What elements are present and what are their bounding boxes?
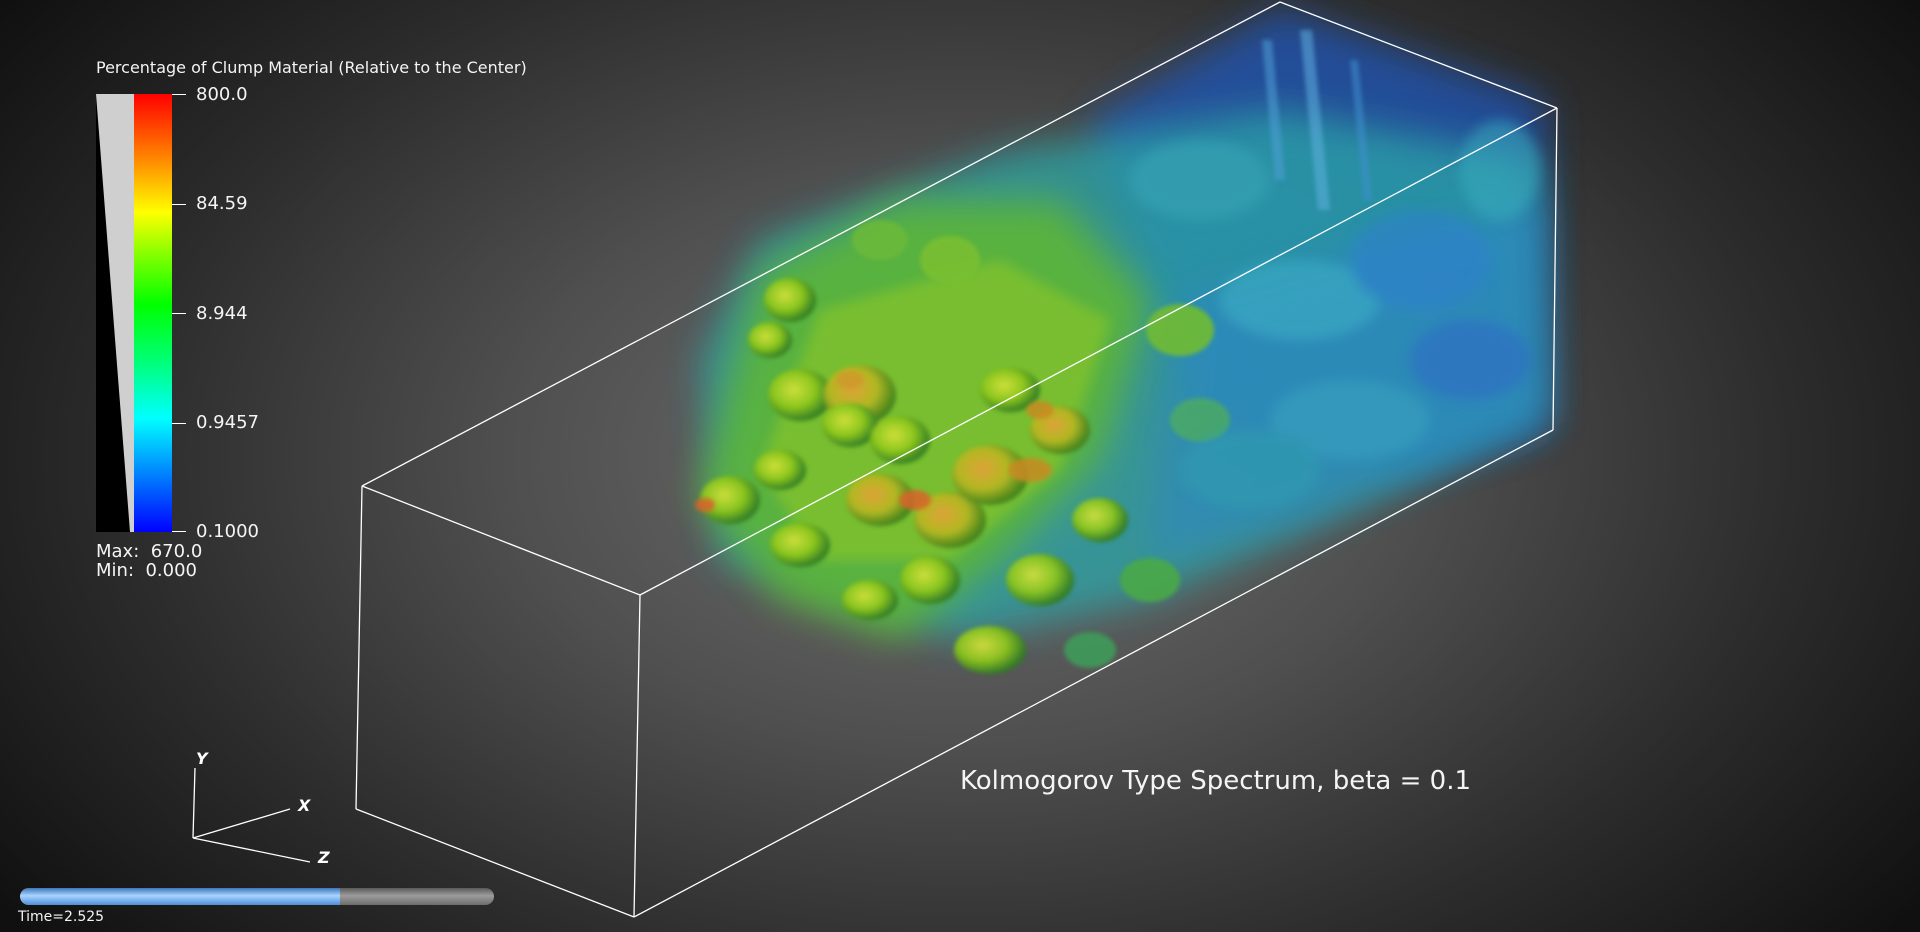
legend-max-label: Max: (96, 541, 140, 562)
y-axis-label: Y (196, 749, 209, 768)
legend-max-value: 670.0 (150, 541, 203, 562)
legend-tick-label: 800.0 (196, 84, 248, 105)
legend-tick-label: 0.1000 (196, 521, 259, 542)
legend-min-value: 0.000 (145, 560, 197, 581)
time-progress-fill (20, 888, 340, 905)
z-axis-label: Z (317, 848, 330, 867)
legend-tick-label: 84.59 (196, 193, 248, 214)
y-axis-line (192, 767, 196, 839)
legend-min-label: Min: (96, 560, 135, 581)
legend-tick (172, 423, 186, 424)
legend-tick (172, 204, 186, 205)
spectrum-annotation: Kolmogorov Type Spectrum, beta = 0.1 (960, 766, 1471, 796)
legend-tick (172, 94, 186, 95)
legend-title: Percentage of Clump Material (Relative t… (96, 58, 527, 77)
x-axis-line (192, 808, 291, 839)
legend-tick-label: 8.944 (196, 303, 248, 324)
legend-min: Min: 0.000 (96, 561, 197, 581)
legend-tick (172, 531, 186, 532)
time-progress-bar[interactable] (20, 888, 494, 905)
legend-max: Max: 670.0 (96, 542, 202, 562)
turbulent-clump-volume (695, 8, 1548, 674)
opacity-transfer-ramp (96, 94, 134, 532)
x-axis-label: X (297, 796, 311, 815)
orientation-axes (192, 767, 311, 863)
colormap-bar (134, 94, 172, 532)
legend-tick-label: 0.9457 (196, 412, 259, 433)
z-axis-line (192, 837, 311, 863)
legend-tick (172, 313, 186, 314)
time-label: Time=2.525 (18, 909, 105, 925)
